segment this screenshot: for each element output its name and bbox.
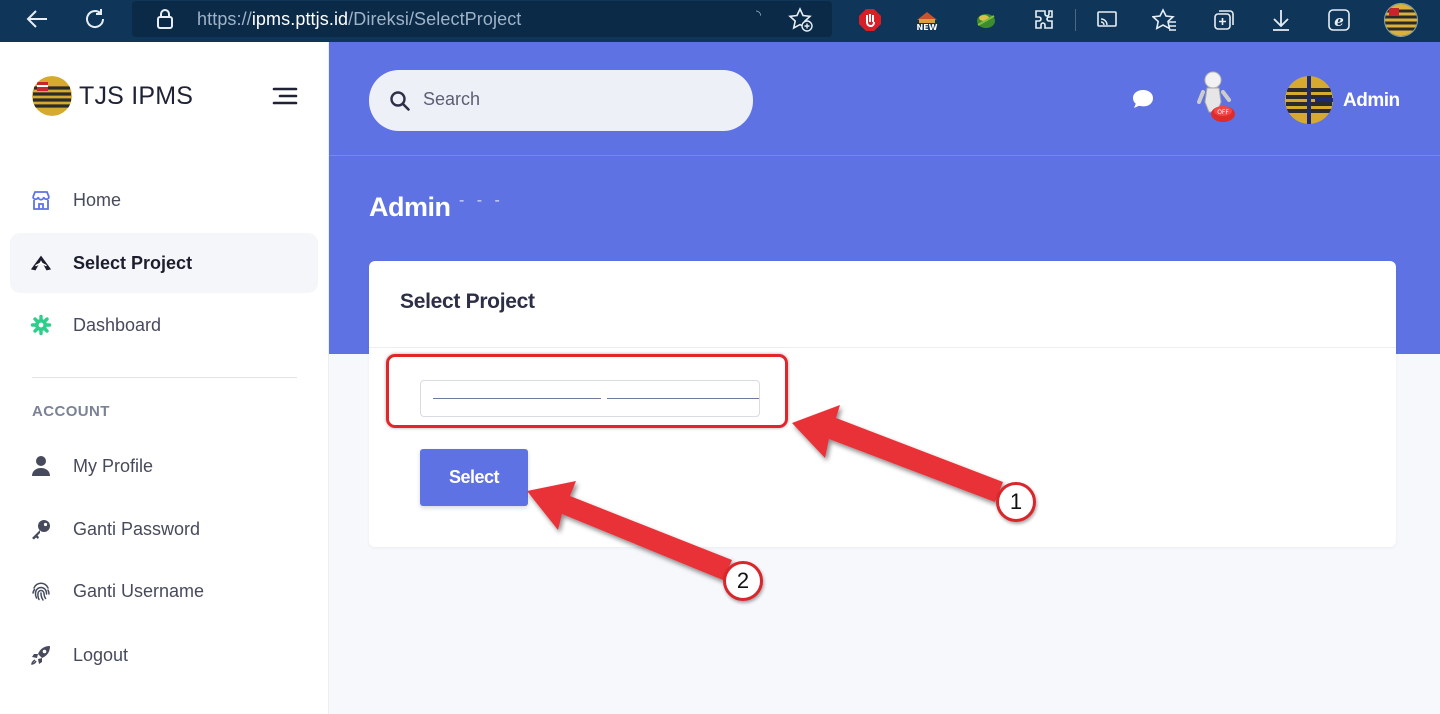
annotation-arrows [527,405,1003,580]
annotation-callout-1: 1 [996,482,1036,522]
annotation-callout-2: 2 [723,561,763,601]
annotation-arrow-1 [792,405,1003,502]
annotation-arrow-2 [527,481,732,580]
